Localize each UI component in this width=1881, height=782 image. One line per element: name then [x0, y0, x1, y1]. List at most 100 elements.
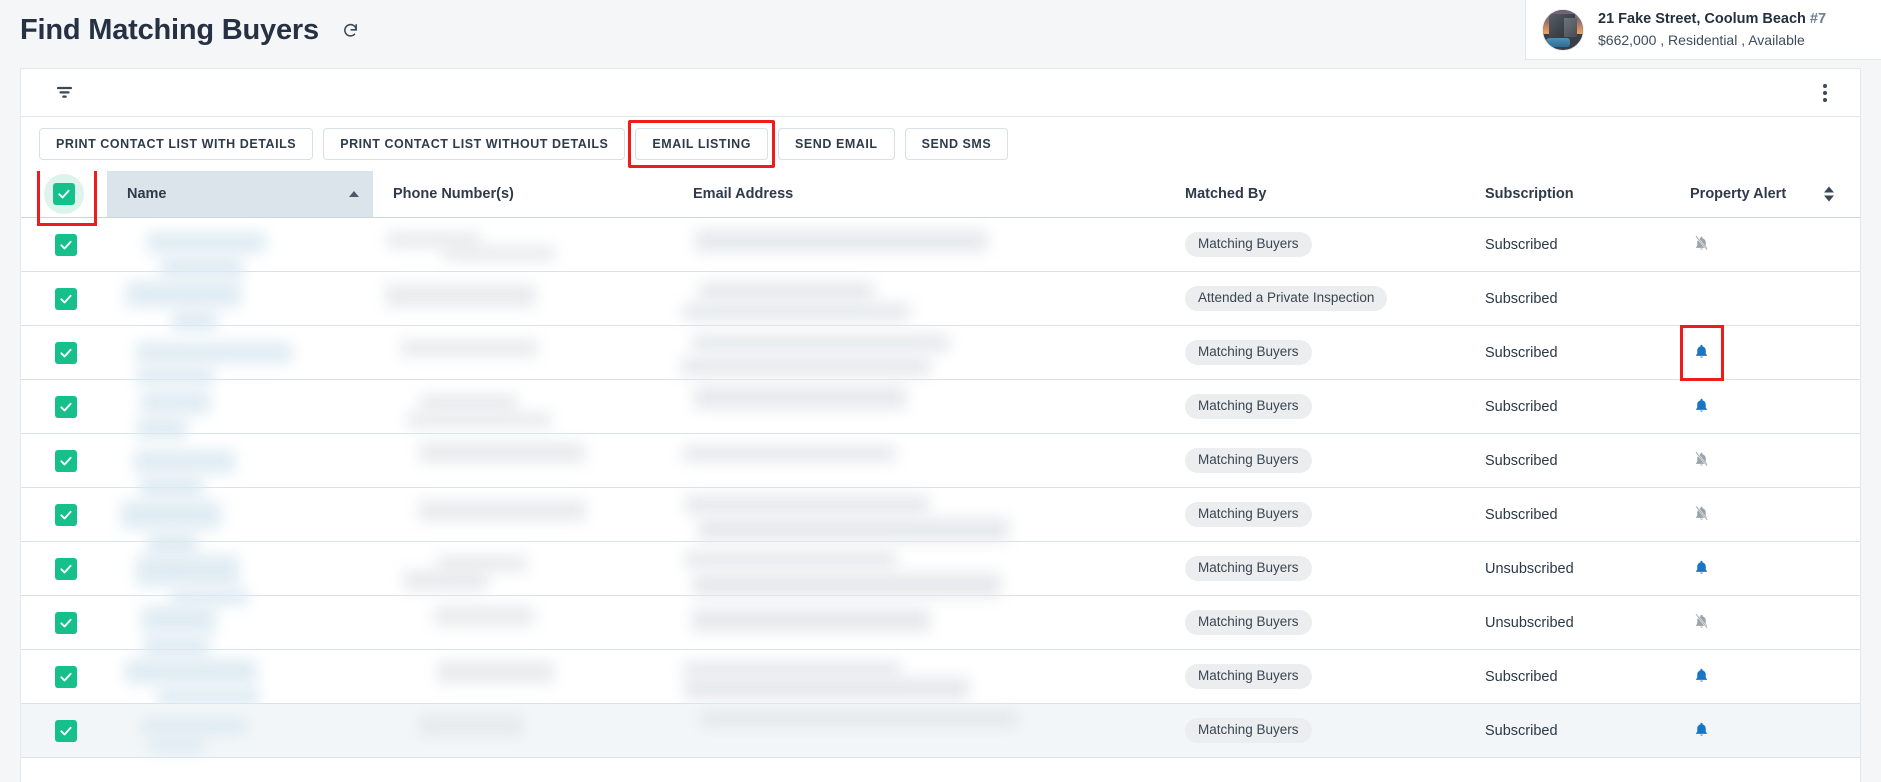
redacted-email: [681, 356, 930, 377]
column-header-property-alert[interactable]: Property Alert: [1670, 171, 1860, 218]
property-alert-cell[interactable]: [1670, 379, 1860, 434]
property-alert-bell-on[interactable]: [1690, 557, 1712, 579]
bell-icon: [1695, 723, 1707, 736]
send-email-button[interactable]: SEND EMAIL: [778, 128, 895, 160]
property-alert-cell[interactable]: [1670, 487, 1860, 542]
phone-cell: [373, 433, 673, 488]
phone-cell: [373, 217, 673, 272]
property-alert-cell[interactable]: [1670, 271, 1860, 326]
table-row[interactable]: Matching Buyers Unsubscribed: [21, 595, 1860, 657]
property-alert-bell-on[interactable]: [1690, 719, 1712, 741]
kebab-dot: [1823, 97, 1827, 102]
property-alert-bell-on[interactable]: [1690, 395, 1712, 417]
property-alert-cell[interactable]: [1670, 433, 1860, 488]
row-checkbox[interactable]: [55, 395, 77, 418]
row-select-cell[interactable]: [21, 703, 107, 758]
row-select-cell[interactable]: [21, 325, 107, 380]
property-alert-cell[interactable]: [1670, 324, 1860, 381]
row-select-cell[interactable]: [21, 379, 107, 434]
select-all-checkbox[interactable]: [53, 183, 75, 205]
property-alert-bell-off[interactable]: [1690, 503, 1712, 525]
subscription-cell: Subscribed: [1465, 649, 1670, 704]
row-checkbox[interactable]: [55, 665, 77, 688]
table-row[interactable]: Matching Buyers Subscribed: [21, 649, 1860, 707]
row-checkbox[interactable]: [55, 449, 77, 472]
send-sms-button[interactable]: SEND SMS: [904, 128, 1009, 160]
row-checkbox[interactable]: [55, 719, 77, 742]
table-row[interactable]: Attended a Private Inspection Subscribed: [21, 271, 1860, 332]
property-alert-bell-off[interactable]: [1690, 611, 1712, 633]
table-row[interactable]: Matching Buyers Subscribed: [21, 324, 1860, 385]
table-row[interactable]: Matching Buyers Unsubscribed: [21, 541, 1860, 605]
column-header-phone-label: Phone Number(s): [393, 186, 514, 202]
page-title: Find Matching Buyers: [20, 13, 319, 46]
property-alert-bell-on[interactable]: [1690, 665, 1712, 687]
property-alert-bell-off[interactable]: [1690, 233, 1712, 255]
column-header-subscription[interactable]: Subscription: [1465, 171, 1670, 218]
row-checkbox[interactable]: [55, 287, 77, 310]
sort-up-arrow: [1824, 186, 1834, 193]
row-checkbox[interactable]: [55, 557, 77, 580]
row-checkbox[interactable]: [55, 503, 77, 526]
redacted-email: [695, 229, 987, 252]
row-select-cell[interactable]: [21, 487, 107, 542]
kebab-dot: [1823, 83, 1827, 88]
redacted-email: [682, 661, 902, 678]
row-select-cell[interactable]: [21, 595, 107, 650]
column-header-property-alert-label: Property Alert: [1690, 186, 1787, 202]
redacted-email: [684, 551, 898, 569]
redacted-email: [693, 572, 1001, 597]
name-cell: [107, 487, 373, 556]
property-alert-cell[interactable]: [1670, 541, 1860, 596]
email-listing-button[interactable]: EMAIL LISTING: [628, 120, 775, 168]
column-header-matched-by[interactable]: Matched By: [1165, 171, 1465, 218]
name-cell: [107, 271, 373, 332]
column-header-name[interactable]: Name: [107, 171, 373, 218]
row-checkbox[interactable]: [55, 341, 77, 364]
name-cell: [107, 595, 373, 657]
kebab-menu-icon[interactable]: [1812, 80, 1838, 106]
select-all-checkbox-wrapper[interactable]: [21, 171, 107, 226]
matched-by-chip: Matching Buyers: [1185, 664, 1312, 689]
property-alert-cell[interactable]: [1670, 649, 1860, 704]
phone-cell: [373, 325, 673, 380]
subscription-cell: Unsubscribed: [1465, 541, 1670, 596]
table-row[interactable]: Matching Buyers Subscribed: [21, 487, 1860, 556]
property-alert-cell[interactable]: [1670, 595, 1860, 650]
column-header-email[interactable]: Email Address: [673, 171, 1165, 218]
property-alert-cell[interactable]: [1670, 703, 1860, 758]
table-row[interactable]: Matching Buyers Subscribed: [21, 703, 1860, 758]
filter-toolbar: [21, 69, 1860, 117]
column-header-phone[interactable]: Phone Number(s): [373, 171, 673, 218]
property-alert-bell-off[interactable]: [1690, 449, 1712, 471]
property-summary-card[interactable]: 21 Fake Street, Coolum Beach #7 $662,000 …: [1525, 0, 1881, 60]
column-header-subscription-label: Subscription: [1485, 186, 1574, 202]
redacted-name: [125, 658, 257, 685]
print-contact-list-without-details-button[interactable]: PRINT CONTACT LIST WITHOUT DETAILS: [323, 128, 626, 160]
row-select-cell[interactable]: [21, 217, 107, 272]
row-select-cell[interactable]: [21, 433, 107, 488]
property-alert-cell[interactable]: [1670, 217, 1860, 272]
refresh-icon[interactable]: [339, 18, 363, 42]
redacted-name: [141, 390, 210, 415]
row-select-cell[interactable]: [21, 649, 107, 704]
redacted-name: [134, 449, 235, 473]
matched-by-chip: Matching Buyers: [1185, 718, 1312, 743]
redacted-email: [693, 386, 907, 409]
row-select-cell[interactable]: [21, 541, 107, 596]
property-alert-bell-on[interactable]: [1680, 324, 1724, 381]
table-row[interactable]: Matching Buyers Subscribed: [21, 217, 1860, 279]
row-select-cell[interactable]: [21, 271, 107, 326]
redacted-name: [121, 500, 222, 529]
redacted-phone: [418, 715, 524, 737]
filter-icon[interactable]: [51, 80, 77, 106]
redacted-phone: [400, 339, 537, 357]
row-checkbox[interactable]: [55, 611, 77, 634]
email-cell: [673, 541, 1165, 597]
print-contact-list-with-details-button[interactable]: PRINT CONTACT LIST WITH DETAILS: [39, 128, 314, 160]
matched-by-chip: Matching Buyers: [1185, 232, 1312, 257]
table-row[interactable]: Matching Buyers Subscribed: [21, 433, 1860, 498]
row-checkbox[interactable]: [55, 233, 77, 256]
table-row[interactable]: Matching Buyers Subscribed: [21, 379, 1860, 440]
sort-toggle-icon[interactable]: [1824, 186, 1834, 202]
